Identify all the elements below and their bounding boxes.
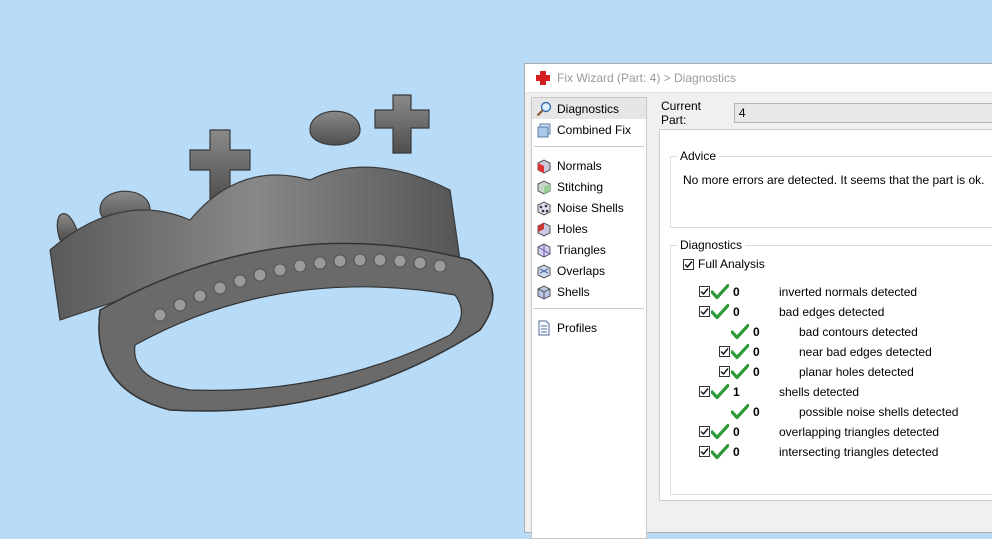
noise-shells-icon [537, 200, 551, 216]
sidebar-item-combined-fix[interactable]: Combined Fix [532, 119, 646, 140]
diagnostic-row: 0 intersecting triangles detected [671, 442, 992, 462]
green-check-icon [710, 383, 730, 400]
sidebar-item-triangles[interactable]: Triangles [532, 239, 646, 260]
row-label: bad contours detected [799, 325, 918, 339]
sidebar-item-stitching[interactable]: Stitching [532, 176, 646, 197]
green-check-icon [710, 283, 730, 300]
green-check-icon [710, 443, 730, 460]
green-check-icon [730, 363, 750, 380]
advice-group: Advice No more errors are detected. It s… [670, 149, 992, 228]
profiles-icon [538, 320, 550, 335]
row-count: 1 [733, 385, 740, 399]
diagnostic-row: 0 bad contours detected [671, 322, 992, 342]
sidebar-divider [534, 146, 644, 147]
row-checkbox[interactable] [699, 386, 710, 397]
green-check-icon [730, 403, 750, 420]
row-label: shells detected [779, 385, 860, 399]
row-count: 0 [753, 405, 760, 419]
sidebar-item-label: Normals [557, 158, 602, 173]
advice-text: No more errors are detected. It seems th… [683, 173, 985, 187]
row-count: 0 [753, 365, 760, 379]
sidebar-item-overlaps[interactable]: Overlaps [532, 260, 646, 281]
row-count: 0 [733, 285, 740, 299]
checkbox-checked[interactable] [683, 258, 694, 270]
row-checkbox[interactable] [699, 426, 710, 437]
red-cross-app-icon [536, 71, 550, 85]
wizard-sidebar: Diagnostics Combined Fix Normals Stitchi… [531, 97, 647, 539]
current-part-field[interactable]: 4 [733, 103, 992, 123]
sidebar-item-label: Combined Fix [557, 122, 632, 137]
normals-icon [537, 158, 551, 174]
current-part-label: Current Part: [661, 99, 702, 127]
row-label: inverted normals detected [779, 285, 918, 299]
row-count: 0 [753, 325, 760, 339]
advice-legend: Advice [677, 149, 720, 163]
fix-wizard-window[interactable]: Fix Wizard (Part: 4) > Diagnostics Diagn… [524, 63, 992, 539]
green-check-icon [730, 343, 750, 360]
main-panel: Current Part: 4 Advice No more errors ar… [653, 93, 992, 532]
window-title: Fix Wizard (Part: 4) > Diagnostics [557, 71, 737, 85]
row-checkbox[interactable] [699, 286, 710, 297]
diagnostic-row: 0 overlapping triangles detected [671, 422, 992, 442]
sidebar-item-noise-shells[interactable]: Noise Shells [532, 197, 646, 218]
row-label: planar holes detected [799, 365, 914, 379]
sidebar-item-label: Overlaps [557, 263, 606, 278]
row-count: 0 [733, 305, 740, 319]
overlaps-icon [537, 263, 551, 279]
sidebar-item-label: Triangles [557, 242, 606, 257]
sidebar-item-label: Holes [557, 221, 588, 236]
row-count: 0 [733, 445, 740, 459]
sidebar-item-profiles[interactable]: Profiles [532, 317, 646, 338]
title-bar[interactable]: Fix Wizard (Part: 4) > Diagnostics [525, 64, 992, 93]
holes-icon [537, 221, 551, 237]
row-count: 0 [733, 425, 740, 439]
sidebar-item-label: Diagnostics [557, 101, 620, 116]
row-checkbox[interactable] [719, 346, 730, 357]
sidebar-item-shells[interactable]: Shells [532, 281, 646, 302]
full-analysis-label: Full Analysis [698, 257, 765, 271]
sidebar-divider [534, 308, 644, 309]
diagnostic-row: 1 shells detected [671, 382, 992, 402]
row-label: overlapping triangles detected [779, 425, 940, 439]
row-checkbox[interactable] [719, 366, 730, 377]
diagnostic-row: 0 planar holes detected [671, 362, 992, 382]
triangles-icon [537, 242, 551, 258]
diagnostics-icon [536, 101, 552, 116]
combined-fix-icon [537, 123, 551, 137]
green-check-icon [710, 303, 730, 320]
shells-icon [537, 284, 551, 300]
row-label: near bad edges detected [799, 345, 932, 359]
full-analysis-checkbox[interactable]: Full Analysis [683, 257, 765, 271]
diagnostics-group: Diagnostics Full Analysis 0 inverted norm… [670, 238, 992, 495]
diagnostics-legend: Diagnostics [677, 238, 746, 252]
diagnostic-row: 0 possible noise shells detected [671, 402, 992, 422]
row-checkbox[interactable] [699, 446, 710, 457]
row-label: possible noise shells detected [799, 405, 959, 419]
diagnostics-panel: Advice No more errors are detected. It s… [659, 129, 992, 501]
crown-ring-model [49, 94, 494, 412]
sidebar-item-label: Noise Shells [557, 200, 624, 215]
sidebar-item-label: Shells [557, 284, 590, 299]
green-check-icon [710, 423, 730, 440]
sidebar-item-label: Profiles [557, 320, 598, 335]
sidebar-item-holes[interactable]: Holes [532, 218, 646, 239]
row-count: 0 [753, 345, 760, 359]
sidebar-item-normals[interactable]: Normals [532, 155, 646, 176]
diagnostic-row: 0 bad edges detected [671, 302, 992, 322]
diagnostic-row: 0 inverted normals detected [671, 282, 992, 302]
green-check-icon [730, 323, 750, 340]
row-checkbox[interactable] [699, 306, 710, 317]
row-label: bad edges detected [779, 305, 885, 319]
row-label: intersecting triangles detected [779, 445, 939, 459]
sidebar-item-label: Stitching [557, 179, 604, 194]
stitching-icon [537, 179, 551, 195]
diagnostic-row: 0 near bad edges detected [671, 342, 992, 362]
sidebar-item-diagnostics[interactable]: Diagnostics [532, 98, 646, 119]
